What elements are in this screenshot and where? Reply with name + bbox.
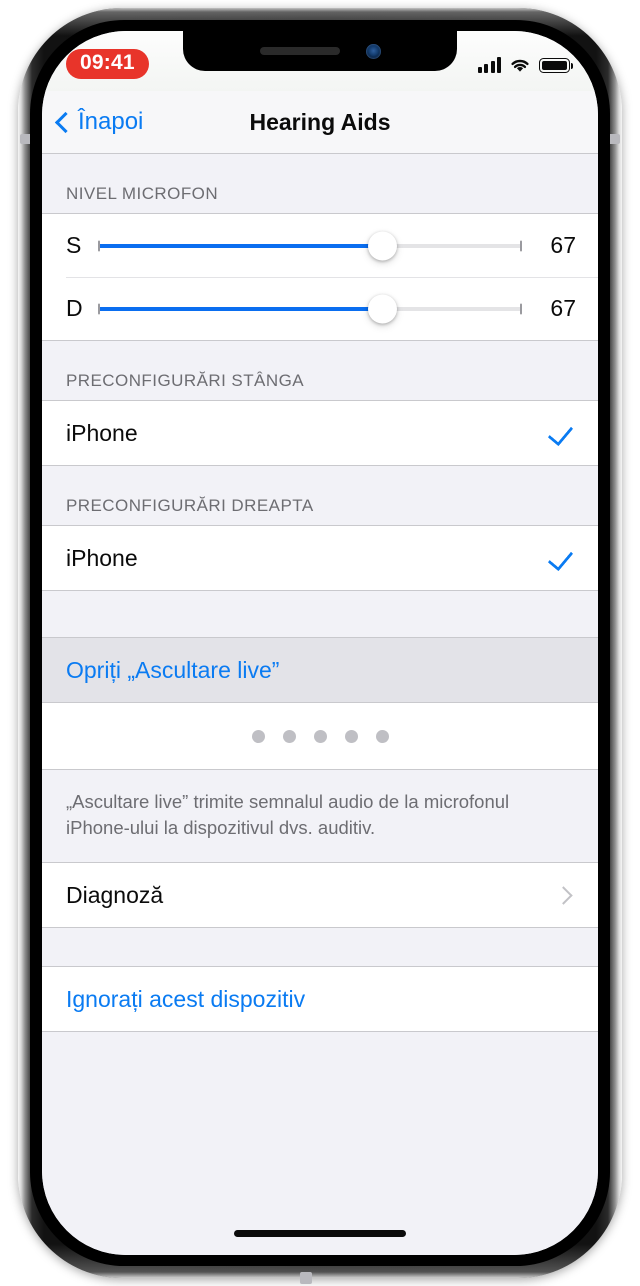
screenshot-stage: 09:41 Înapoi Hearing Aids NIVEL MICROFON… [0, 0, 640, 1286]
slider-tick-max-icon [520, 303, 522, 314]
checkmark-icon [547, 419, 574, 447]
slider-tick-max-icon [520, 240, 522, 251]
preset-row-right-iphone[interactable]: iPhone [42, 526, 598, 590]
status-time-recording-pill: 09:41 [66, 48, 149, 80]
back-button[interactable]: Înapoi [54, 108, 144, 135]
preset-label: iPhone [66, 544, 138, 571]
slider-track-fill [98, 306, 383, 311]
list-gap [42, 928, 598, 967]
preset-row-left-iphone[interactable]: iPhone [42, 401, 598, 465]
forget-device-row[interactable]: Ignorați acest dispozitiv [42, 967, 598, 1032]
meter-dot [313, 729, 327, 743]
slider-track-fill [98, 243, 383, 248]
audio-level-meter [42, 703, 598, 770]
slider-channel-label-right: D [66, 295, 83, 321]
group-presets-left: iPhone [42, 400, 598, 466]
back-button-label: Înapoi [78, 108, 144, 135]
earpiece-speaker-icon [259, 47, 340, 55]
meter-dot [344, 729, 358, 743]
antenna-band-bottom [300, 1272, 312, 1284]
phone-screen: 09:41 Înapoi Hearing Aids NIVEL MICROFON… [42, 31, 598, 1255]
checkmark-icon [547, 544, 574, 572]
chevron-right-icon [554, 885, 573, 905]
chevron-left-icon [54, 111, 77, 133]
front-camera-icon [365, 43, 381, 59]
section-header-mic-level: NIVEL MICROFON [66, 184, 219, 203]
notch [183, 31, 457, 71]
group-forget-device: Ignorați acest dispozitiv [42, 966, 598, 1033]
slider-tick-min-icon [98, 303, 100, 314]
mic-level-slider-right[interactable] [98, 294, 522, 324]
stop-live-listen-label: Opriți „Ascultare live” [66, 656, 280, 683]
stop-live-listen-button[interactable]: Opriți „Ascultare live” [42, 638, 598, 702]
group-presets-right: iPhone [42, 525, 598, 591]
settings-list[interactable]: NIVEL MICROFON S 67 D 67 PRECONFIGURĂRI … [42, 154, 598, 1255]
live-listen-footer-text: „Ascultare live” trimite semnalul audio … [42, 770, 598, 863]
battery-full-icon [539, 58, 573, 73]
status-icons [477, 57, 573, 73]
diagnostics-row[interactable]: Diagnoză [42, 863, 598, 928]
section-header-presets-right: PRECONFIGURĂRI DREAPTA [66, 496, 314, 515]
section-header-presets-left: PRECONFIGURĂRI STÂNGA [66, 371, 305, 390]
slider-value-left: 67 [550, 232, 576, 258]
group-live-listen: Opriți „Ascultare live” [42, 637, 598, 703]
forget-device-label: Ignorați acest dispozitiv [66, 985, 306, 1012]
slider-tick-min-icon [98, 240, 100, 251]
group-diagnostics: Diagnoză [42, 862, 598, 929]
meter-dot [251, 729, 265, 743]
mic-level-slider-left[interactable] [98, 231, 522, 261]
meter-dot [282, 729, 296, 743]
slider-thumb[interactable] [367, 231, 397, 260]
list-gap [42, 591, 598, 637]
slider-row-right[interactable]: D 67 [42, 277, 598, 340]
slider-thumb[interactable] [367, 294, 397, 323]
slider-row-left[interactable]: S 67 [42, 214, 598, 277]
slider-channel-label-left: S [66, 232, 82, 258]
meter-dot [375, 729, 389, 743]
wifi-icon [511, 59, 529, 72]
diagnostics-label: Diagnoză [66, 881, 164, 908]
group-mic-level: S 67 D 67 [42, 213, 598, 341]
nav-bar: Înapoi Hearing Aids [42, 91, 598, 154]
preset-label: iPhone [66, 419, 138, 446]
slider-value-right: 67 [550, 295, 576, 321]
home-indicator[interactable] [234, 1230, 406, 1237]
cellular-bars-icon [477, 57, 501, 73]
